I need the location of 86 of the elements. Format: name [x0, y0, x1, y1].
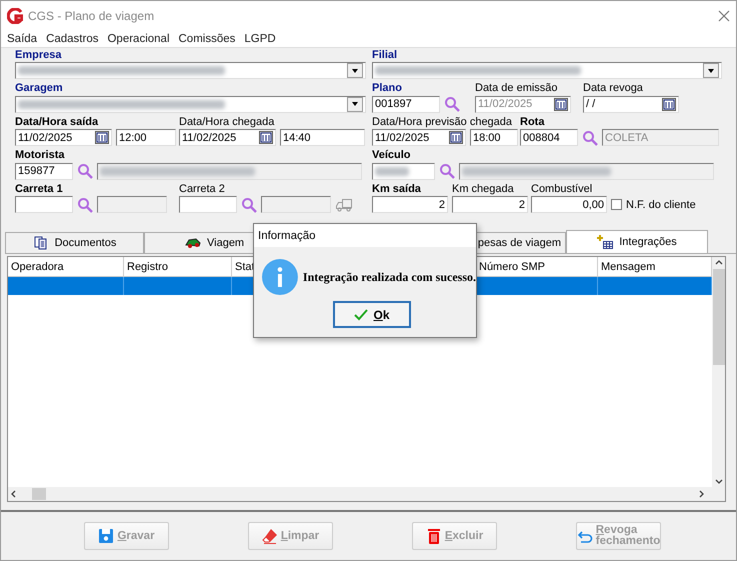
- dropdown-field[interactable]: [372, 62, 722, 80]
- tab[interactable]: Documentos: [5, 232, 144, 253]
- menu-item[interactable]: Cadastros: [46, 32, 98, 45]
- text-field[interactable]: 159877: [15, 162, 73, 180]
- column-header[interactable]: Mensagem: [598, 256, 712, 277]
- scrollbar-thumb[interactable]: [32, 488, 46, 500]
- field-label: Km chegada: [452, 182, 515, 196]
- field-label: Data/Hora chegada: [179, 116, 276, 129]
- field-label: Plano: [372, 82, 403, 96]
- calendar-icon[interactable]: [95, 131, 109, 144]
- field-label: Data/Hora previsão chegada: [372, 116, 514, 129]
- dropdown-button[interactable]: [703, 63, 719, 78]
- date-field[interactable]: / /: [583, 96, 679, 113]
- checkmark-icon: [354, 308, 368, 320]
- display-field: [261, 196, 331, 214]
- text-field[interactable]: 008804: [520, 129, 578, 146]
- calendar-icon[interactable]: [449, 131, 463, 144]
- window-title: CGS - Plano de viagem: [28, 8, 156, 23]
- dropdown-field[interactable]: [15, 96, 366, 113]
- close-icon[interactable]: [718, 10, 730, 22]
- column-header[interactable]: Registro: [124, 256, 232, 277]
- vertical-scrollbar[interactable]: [712, 256, 725, 488]
- app-logo-icon: [7, 8, 23, 24]
- display-field: [97, 196, 167, 214]
- table-cell[interactable]: [476, 276, 598, 295]
- search-icon[interactable]: [77, 163, 93, 180]
- calendar-icon[interactable]: [259, 131, 273, 144]
- dropdown-button[interactable]: [347, 96, 363, 112]
- display-field: COLETA: [602, 129, 719, 146]
- tab[interactable]: Integrações: [566, 230, 708, 253]
- field-label: Filial: [372, 48, 398, 62]
- text-field[interactable]: [372, 162, 435, 180]
- field-label: Data/Hora saída: [15, 116, 100, 129]
- field-label: Combustível: [531, 182, 594, 196]
- horizontal-scrollbar[interactable]: [8, 487, 725, 502]
- search-icon[interactable]: [444, 96, 460, 112]
- search-icon[interactable]: [77, 196, 93, 213]
- menu-item[interactable]: Operacional: [107, 32, 170, 45]
- table-cell[interactable]: [124, 276, 232, 295]
- text-field[interactable]: 14:40: [280, 129, 365, 146]
- info-icon: [262, 259, 298, 295]
- field-label: Data revoga: [583, 82, 644, 96]
- text-field[interactable]: 2: [452, 196, 528, 214]
- text-field[interactable]: [179, 196, 237, 214]
- menu-item[interactable]: LGPD: [244, 32, 276, 45]
- dialog-title: Informação: [254, 224, 476, 247]
- checkbox[interactable]: [611, 199, 622, 210]
- text-field[interactable]: 0,00: [531, 196, 607, 214]
- field-label: Km saída: [372, 182, 422, 196]
- eraser-icon: [262, 528, 278, 544]
- date-field[interactable]: 11/02/2025: [372, 129, 466, 146]
- text-field[interactable]: 2: [372, 196, 448, 214]
- calendar-icon[interactable]: [662, 98, 676, 111]
- column-header[interactable]: Operadora: [8, 256, 124, 277]
- field-label: Carreta 1: [15, 182, 64, 196]
- field-label: Garagem: [15, 82, 64, 96]
- date-field[interactable]: 11/02/2025: [179, 129, 276, 146]
- menu-item[interactable]: Saída: [7, 32, 38, 45]
- field-label: Carreta 2: [179, 182, 226, 196]
- search-icon[interactable]: [439, 163, 455, 180]
- ok-button[interactable]: Ok: [333, 301, 411, 328]
- field-label: Veículo: [372, 149, 412, 162]
- field-label: Motorista: [15, 149, 66, 162]
- field-label: Rota: [520, 116, 546, 129]
- text-field[interactable]: [15, 196, 73, 214]
- dialog-message: Integração realizada com sucesso.: [302, 270, 476, 284]
- date-field[interactable]: 11/02/2025: [15, 129, 112, 146]
- column-header[interactable]: Número SMP: [476, 256, 598, 277]
- table-icon: [597, 234, 614, 250]
- text-field[interactable]: 18:00: [470, 129, 518, 146]
- dropdown-field[interactable]: [15, 62, 366, 80]
- search-icon[interactable]: [241, 196, 257, 213]
- checkbox-label: N.F. do cliente: [626, 198, 696, 211]
- documents-icon: [32, 234, 49, 251]
- truck-icon[interactable]: [335, 198, 353, 212]
- trash-icon: [426, 528, 442, 544]
- field-label: Empresa: [15, 48, 62, 62]
- dropdown-button[interactable]: [347, 63, 363, 78]
- menu-item[interactable]: Comissões: [178, 32, 236, 45]
- text-field[interactable]: 001897: [372, 96, 440, 113]
- table-cell[interactable]: [8, 276, 124, 295]
- search-icon[interactable]: [582, 130, 598, 146]
- text-field[interactable]: 12:00: [116, 129, 176, 146]
- scrollbar-thumb[interactable]: [712, 268, 724, 365]
- table-cell[interactable]: [598, 276, 712, 295]
- field-label: Data de emissão: [475, 82, 559, 96]
